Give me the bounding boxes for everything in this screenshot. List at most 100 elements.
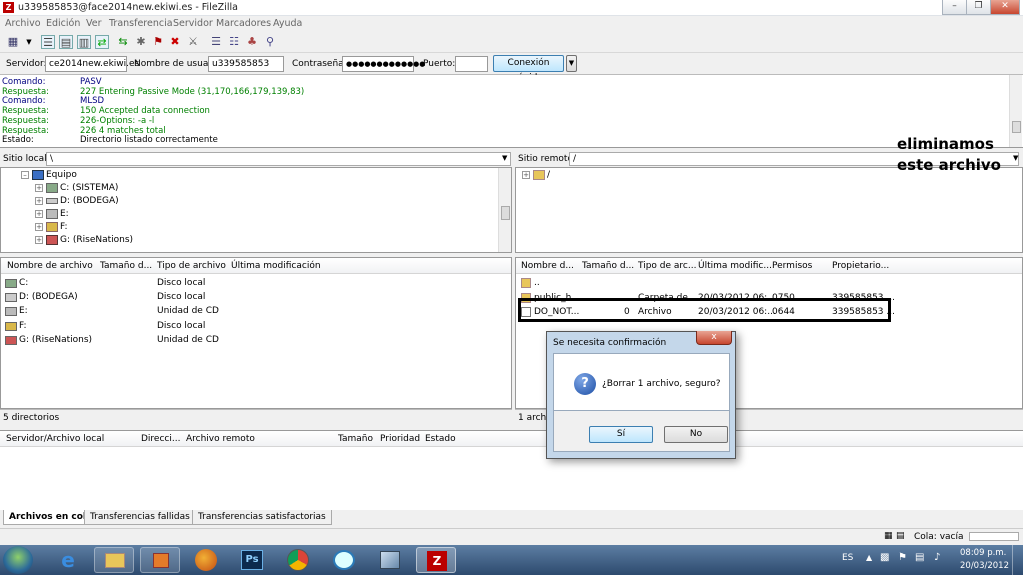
col-queue-direction[interactable]: Direcci... <box>141 434 180 444</box>
local-file-row[interactable]: G: (RiseNations) Unidad de CD <box>1 333 511 347</box>
expand-icon[interactable]: + <box>522 170 530 179</box>
show-desktop-button[interactable] <box>1012 545 1023 575</box>
col-queue-status[interactable]: Estado <box>425 434 456 444</box>
sync-browse-icon[interactable]: ♣ <box>245 35 259 49</box>
toggle-local-tree-icon[interactable]: ▤ <box>59 35 73 49</box>
tab-failed-transfers[interactable]: Transferencias fallidas <box>84 510 196 525</box>
tree-item-g[interactable]: + G: (RiseNations) <box>35 234 133 246</box>
toggle-log-icon[interactable]: ☰ <box>41 35 55 49</box>
internet-explorer-icon[interactable]: e <box>48 547 88 573</box>
photoshop-icon[interactable]: Ps <box>232 547 272 573</box>
filter-icon[interactable]: ☰ <box>209 35 223 49</box>
compare-dirs-icon[interactable]: ☷ <box>227 35 241 49</box>
refresh-icon[interactable]: ⇆ <box>116 35 130 49</box>
local-file-type: Disco local <box>157 320 206 331</box>
yes-button[interactable]: Sí <box>589 426 653 443</box>
tree-item-c[interactable]: + C: (SISTEMA) <box>35 182 118 194</box>
log-key: Estado: <box>2 135 34 146</box>
col-remote-owner[interactable]: Propietario... <box>832 261 889 271</box>
username-input[interactable]: u339585853 <box>208 56 284 72</box>
tree-item-f[interactable]: + F: <box>35 221 68 233</box>
chrome-icon[interactable] <box>278 547 318 573</box>
network-icon[interactable]: ▩ <box>880 552 889 563</box>
toggle-queue-icon[interactable]: ⇄ <box>95 35 109 49</box>
close-window-button[interactable]: ✕ <box>990 0 1020 15</box>
expand-icon[interactable]: + <box>35 235 43 244</box>
expand-icon[interactable]: + <box>35 222 43 231</box>
media-player-icon[interactable] <box>140 547 180 573</box>
local-site-path[interactable]: \ <box>46 152 511 166</box>
collapse-icon[interactable]: – <box>21 170 29 179</box>
col-remote-perms[interactable]: Permisos <box>772 261 812 271</box>
quickconnect-dropdown-button[interactable]: ▼ <box>566 55 577 72</box>
queue-status: Cola: vacía <box>914 532 964 542</box>
col-remote-size[interactable]: Tamaño d... <box>582 261 634 271</box>
expand-icon[interactable]: + <box>35 196 43 205</box>
col-remote-name[interactable]: Nombre d... <box>521 261 574 271</box>
col-remote-type[interactable]: Tipo de arc... <box>638 261 696 271</box>
tree-item-root[interactable]: + / <box>522 169 550 181</box>
explorer-icon[interactable] <box>94 547 134 573</box>
drive-icon <box>46 197 58 204</box>
no-button[interactable]: No <box>664 426 728 443</box>
language-indicator[interactable]: ES <box>842 553 853 563</box>
maximize-button[interactable]: ❐ <box>966 0 991 15</box>
reconnect-icon[interactable]: ⚔ <box>186 35 200 49</box>
tree-item-e[interactable]: + E: <box>35 208 69 220</box>
drive-icon <box>5 335 17 345</box>
dropdown-arrow-icon[interactable]: ▼ <box>22 35 36 49</box>
clock-time[interactable]: 08:09 p.m. <box>960 548 1006 558</box>
process-queue-icon[interactable]: ✱ <box>134 35 148 49</box>
tree-item-equipo[interactable]: – Equipo <box>21 169 77 181</box>
password-input[interactable]: ●●●●●●●●●●●●● <box>342 56 425 72</box>
menu-ver[interactable]: Ver <box>86 18 102 29</box>
local-file-row[interactable]: D: (BODEGA) Disco local <box>1 290 511 304</box>
col-filename[interactable]: Nombre de archivo <box>7 261 93 271</box>
col-remote-modified[interactable]: Última modific... <box>698 261 772 271</box>
remote-file-row[interactable]: .. <box>516 276 1022 290</box>
cancel-icon[interactable]: ⚑ <box>151 35 165 49</box>
filezilla-taskbar-icon[interactable]: Z <box>416 547 456 573</box>
menu-ayuda[interactable]: Ayuda <box>273 18 302 29</box>
local-file-row[interactable]: C: Disco local <box>1 276 511 290</box>
messenger-icon[interactable] <box>324 547 364 573</box>
server-input[interactable]: ce2014new.ekiwi.es <box>45 56 139 72</box>
col-queue-size[interactable]: Tamaño <box>338 434 373 444</box>
menu-marcadores[interactable]: Marcadores <box>216 18 271 29</box>
minimize-button[interactable]: – <box>942 0 967 15</box>
show-hidden-icons-icon[interactable]: ▲ <box>866 553 872 562</box>
clock-date[interactable]: 20/03/2012 <box>960 561 1009 571</box>
menu-archivo[interactable]: Archivo <box>5 18 41 29</box>
search-files-icon[interactable]: ⚲ <box>263 35 277 49</box>
action-center-icon[interactable]: ⚑ <box>898 552 907 563</box>
local-file-row[interactable]: F: Disco local <box>1 319 511 333</box>
expand-icon[interactable]: + <box>35 183 43 192</box>
dialog-close-button[interactable]: x <box>696 331 732 345</box>
menu-servidor[interactable]: Servidor <box>173 18 213 29</box>
local-file-type: Unidad de CD <box>157 334 219 345</box>
app-icon[interactable] <box>370 547 410 573</box>
local-path-dropdown-icon[interactable]: ▼ <box>502 154 507 162</box>
menu-transferencia[interactable]: Transferencia <box>109 18 173 29</box>
col-modified[interactable]: Última modificación <box>231 261 321 271</box>
site-manager-icon[interactable]: ▦ <box>6 35 20 49</box>
disconnect-icon[interactable]: ✖ <box>168 35 182 49</box>
tree-item-d[interactable]: + D: (BODEGA) <box>35 195 119 207</box>
col-queue-local[interactable]: Servidor/Archivo local <box>6 434 104 444</box>
col-queue-priority[interactable]: Prioridad <box>380 434 420 444</box>
signal-icon[interactable]: ▤ <box>915 552 924 563</box>
col-size[interactable]: Tamaño d... <box>100 261 152 271</box>
tab-successful-transfers[interactable]: Transferencias satisfactorias <box>192 510 332 525</box>
expand-icon[interactable]: + <box>35 209 43 218</box>
menu-edicion[interactable]: Edición <box>46 18 80 29</box>
port-input[interactable] <box>455 56 488 72</box>
local-tree-scrollbar[interactable] <box>498 168 511 252</box>
col-queue-remote[interactable]: Archivo remoto <box>186 434 255 444</box>
quickconnect-button[interactable]: Conexión rápida <box>493 55 564 83</box>
start-button[interactable] <box>3 546 33 574</box>
toggle-remote-tree-icon[interactable]: ▥ <box>77 35 91 49</box>
local-file-row[interactable]: E: Unidad de CD <box>1 304 511 318</box>
col-type[interactable]: Tipo de archivo <box>157 261 226 271</box>
volume-icon[interactable]: ♪ <box>934 552 940 563</box>
firefox-icon[interactable] <box>186 547 226 573</box>
